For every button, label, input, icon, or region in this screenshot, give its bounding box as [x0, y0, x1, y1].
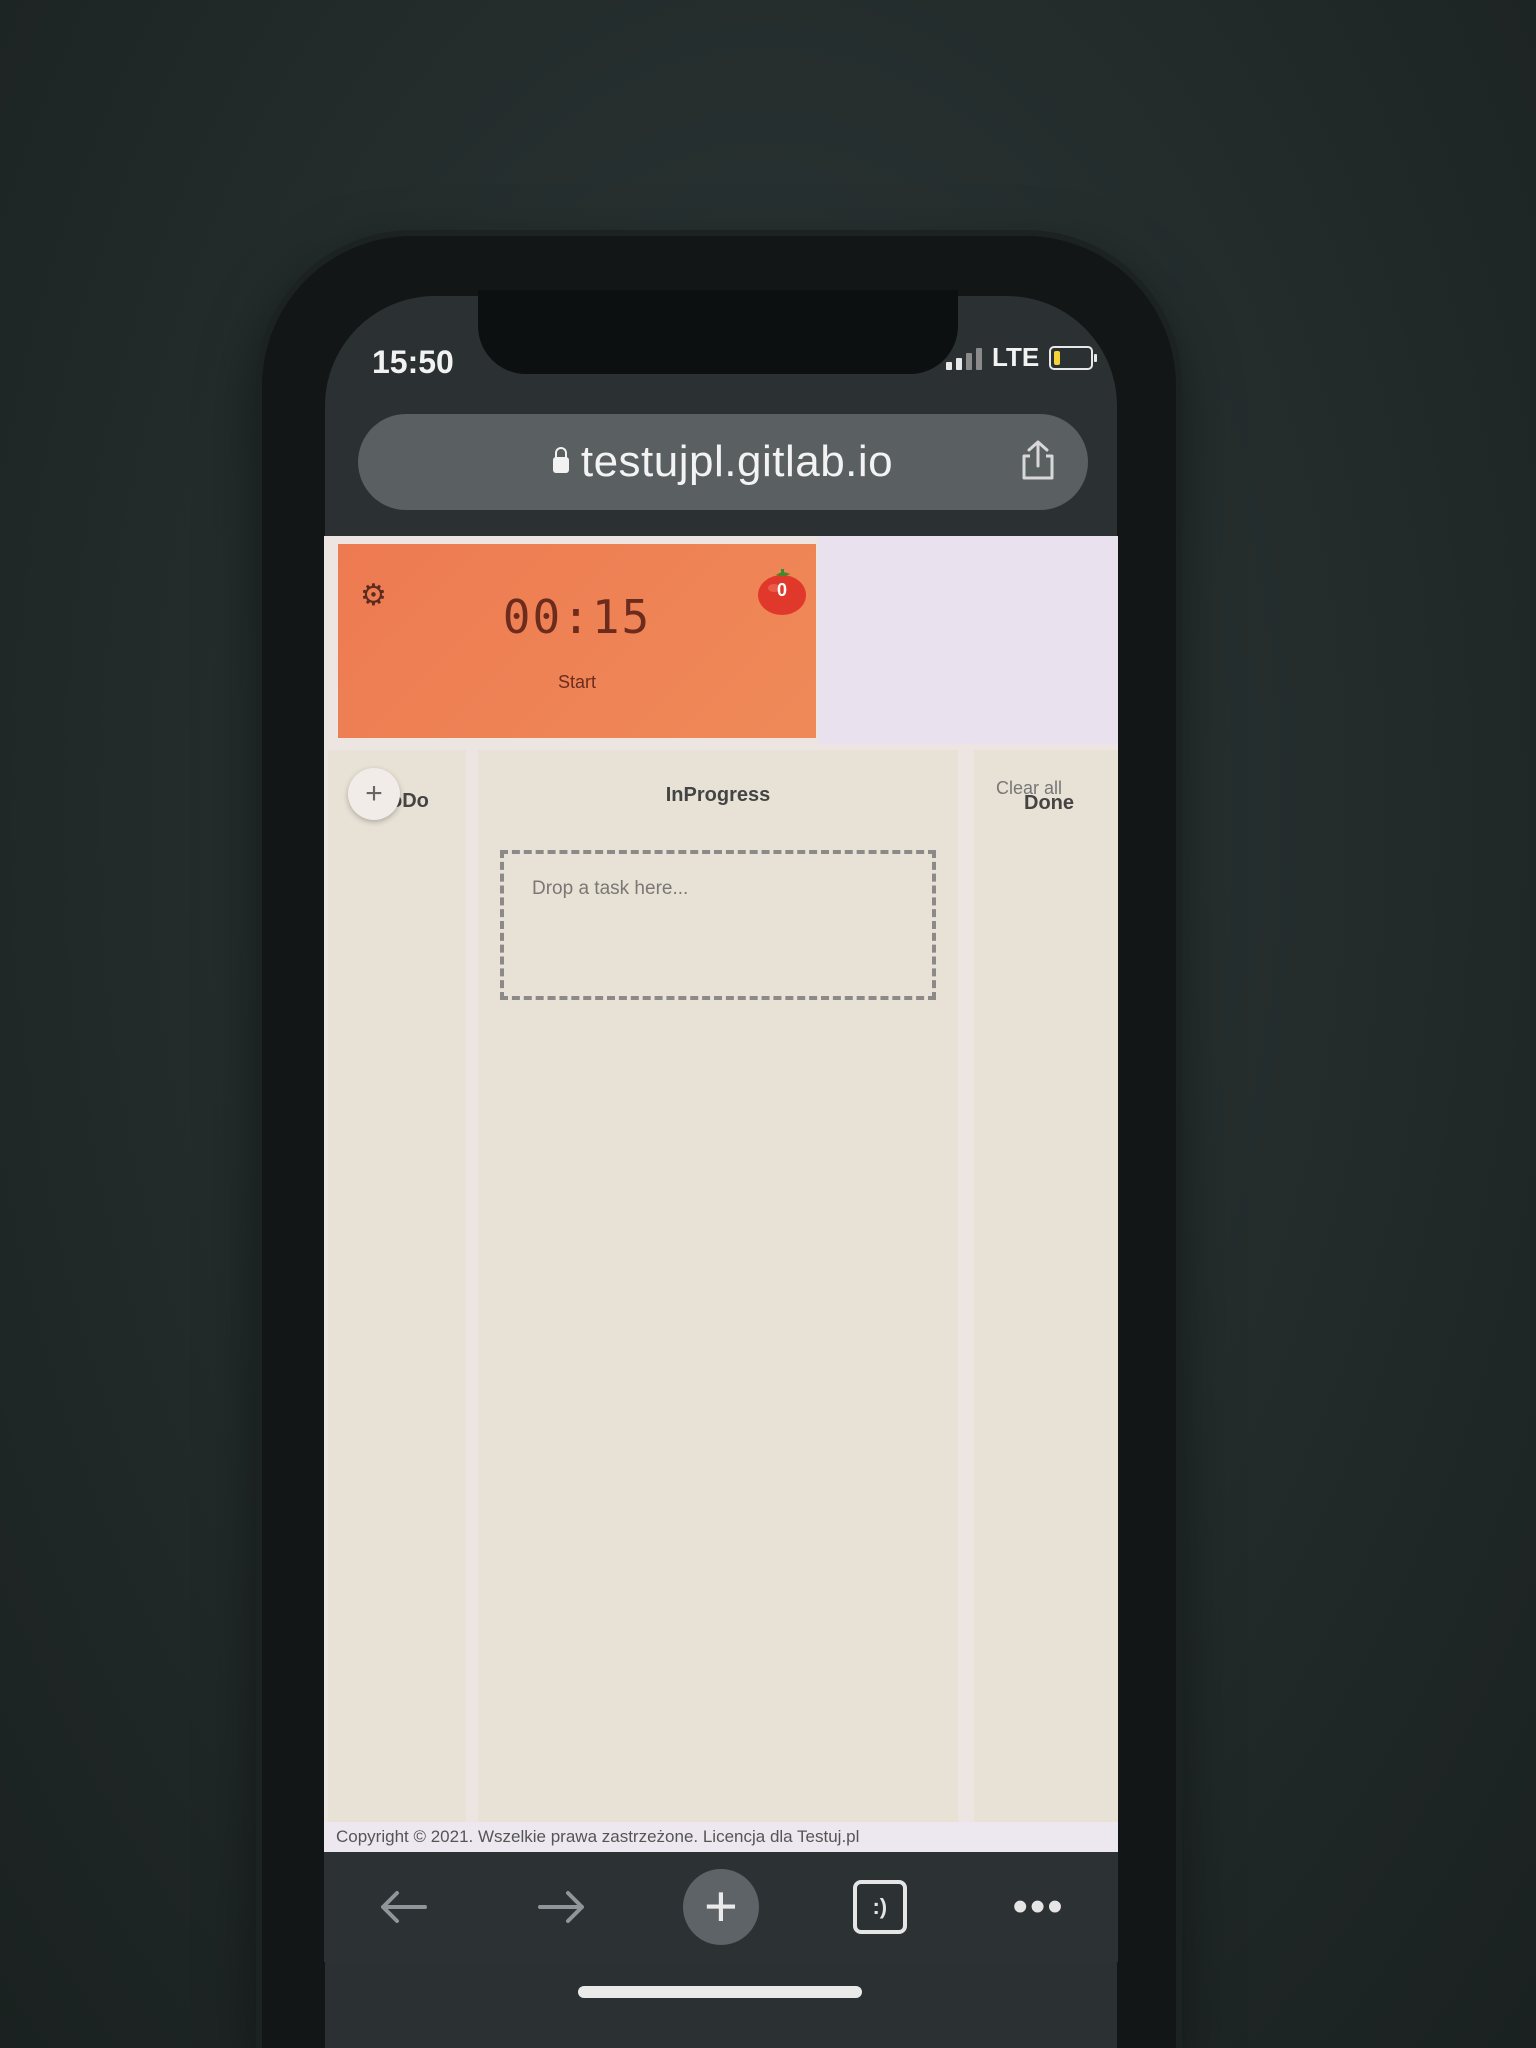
status-time: 15:50	[372, 344, 454, 380]
column-inprogress: InProgress Drop a task here...	[478, 750, 958, 1842]
drop-zone[interactable]: Drop a task here...	[500, 850, 936, 1000]
phone-notch	[478, 290, 958, 374]
status-indicators: LTE	[946, 342, 1098, 373]
column-done: Clear all Done	[974, 750, 1118, 1842]
tomato-count: 0	[776, 580, 787, 600]
add-task-button[interactable]: +	[348, 768, 400, 820]
drop-placeholder: Drop a task here...	[532, 878, 689, 899]
home-indicator	[578, 1986, 862, 1998]
more-button[interactable]: •••	[999, 1867, 1079, 1947]
browser-toolbar: + :) •••	[324, 1852, 1118, 1962]
battery-icon	[1049, 345, 1098, 370]
back-arrow-icon[interactable]	[363, 1867, 443, 1947]
tabs-icon: :)	[852, 1880, 907, 1934]
timer-display: 00:15	[502, 590, 652, 644]
network-label: LTE	[992, 342, 1040, 372]
lock-icon	[552, 447, 569, 473]
column-title-inprogress: InProgress	[665, 784, 771, 806]
pomodoro-timer: ⚙ 00:15 Start 0	[338, 544, 816, 738]
address-bar[interactable]: testujpl.gitlab.io	[358, 414, 1088, 510]
copyright-footer: Copyright © 2021. Wszelkie prawa zastrze…	[324, 1822, 1118, 1852]
forward-arrow-icon[interactable]	[522, 1867, 602, 1947]
new-tab-button[interactable]: +	[681, 1867, 761, 1947]
column-title-done: Done	[1024, 792, 1074, 814]
start-button[interactable]: Start	[547, 672, 607, 693]
header-empty-area	[818, 536, 1118, 744]
signal-icon	[946, 346, 982, 370]
new-tab-plus-icon: +	[682, 1869, 759, 1945]
more-icon: •••	[1012, 1882, 1065, 1931]
tabs-button[interactable]: :)	[840, 1867, 920, 1947]
column-todo: oDo +	[328, 750, 466, 1842]
url-text: testujpl.gitlab.io	[580, 437, 894, 486]
share-icon[interactable]	[1018, 438, 1058, 482]
web-content: ⚙ 00:15 Start 0 oDo + InProgress Drop a …	[324, 536, 1118, 1852]
